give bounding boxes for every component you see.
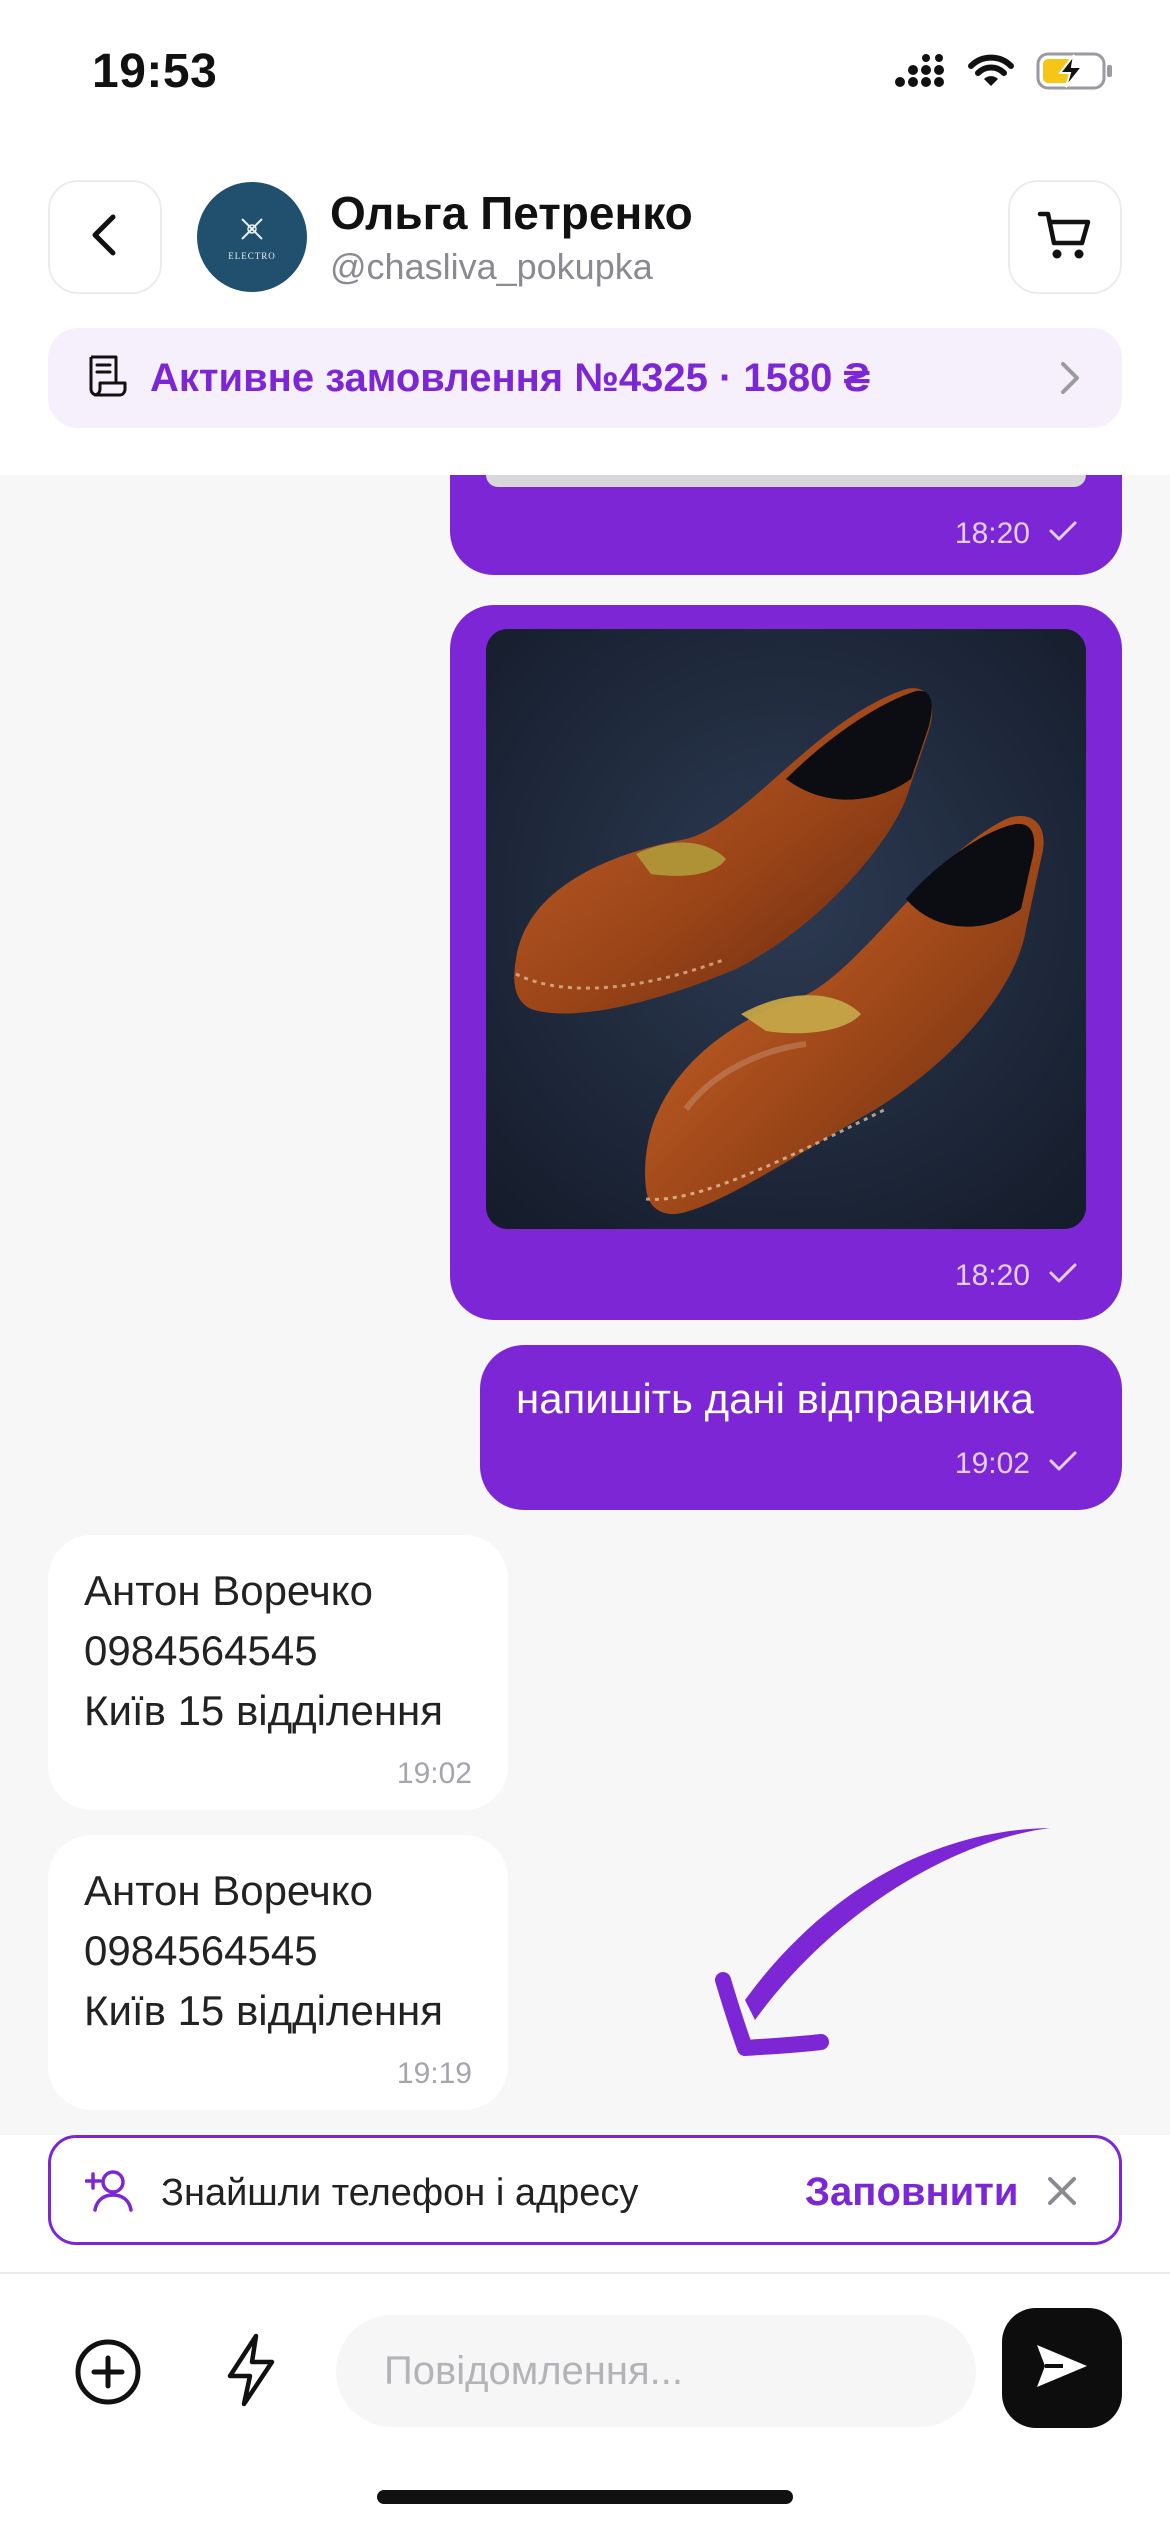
battery-charging-icon	[1036, 51, 1114, 96]
message-time: 18:20	[954, 517, 1030, 550]
shoe-photo[interactable]	[486, 629, 1086, 1229]
check-icon	[1048, 1447, 1078, 1481]
cart-button[interactable]	[1008, 180, 1122, 294]
send-button[interactable]	[1002, 2308, 1122, 2428]
message-line: Антон Воречко	[84, 1867, 373, 1914]
add-contact-icon	[84, 2168, 133, 2219]
send-icon	[1033, 2341, 1091, 2396]
suggestion-text: Знайшли телефон і адресу	[161, 2172, 639, 2214]
home-indicator	[377, 2490, 793, 2504]
cellular-signal-icon	[894, 53, 946, 93]
message-time: 19:02	[396, 1757, 472, 1790]
message-line: Антон Воречко	[84, 1567, 373, 1614]
chevron-left-icon	[85, 213, 125, 262]
message-line: Київ 15 відділення	[84, 1687, 443, 1734]
incoming-text-message[interactable]: Антон Воречко 0984564545 Київ 15 відділе…	[48, 1535, 508, 1810]
message-line: 0984564545	[84, 1627, 318, 1674]
message-line: 0984564545	[84, 1927, 318, 1974]
message-time: 19:02	[954, 1447, 1030, 1480]
message-time: 19:19	[396, 2057, 472, 2090]
chat-header: ELECTRO Ольга Петренко @chasliva_pokupka…	[0, 150, 1170, 475]
check-icon	[1048, 517, 1078, 551]
quick-replies-button[interactable]	[222, 2332, 280, 2413]
message-meta: 18:20	[955, 517, 1078, 551]
autofill-suggestion: Знайшли телефон і адресу Заповнити	[48, 2135, 1122, 2245]
message-time: 18:20	[954, 1259, 1030, 1292]
outgoing-image-message[interactable]: 18:20	[450, 605, 1122, 1320]
message-text: напишіть дані відправника	[516, 1375, 1034, 1422]
chat-messages[interactable]: 18:20 18:20 напишіть дані відправника 19…	[0, 475, 1170, 2135]
message-input[interactable]	[336, 2315, 976, 2427]
chevron-right-icon	[1058, 360, 1082, 401]
status-bar: 19:53	[0, 0, 1170, 150]
pointer-arrow-icon	[715, 1820, 1055, 2065]
check-icon	[1048, 1259, 1078, 1293]
composer-divider	[0, 2272, 1170, 2274]
cart-icon	[1037, 209, 1093, 266]
status-icons	[894, 48, 1114, 98]
message-line: Київ 15 відділення	[84, 1987, 443, 2034]
message-meta: 19:02	[955, 1447, 1078, 1481]
incoming-text-message[interactable]: Антон Воречко 0984564545 Київ 15 відділе…	[48, 1835, 508, 2110]
active-order-banner[interactable]: Активне замовлення №4325 · 1580 ₴	[48, 328, 1122, 428]
add-attachment-button[interactable]	[74, 2338, 142, 2411]
outgoing-text-message[interactable]: напишіть дані відправника 19:02	[480, 1345, 1122, 1510]
avatar-logo-text: ELECTRO	[228, 250, 276, 261]
message-meta: 18:20	[955, 1259, 1078, 1293]
contact-name: Ольга Петренко	[330, 187, 693, 239]
image-attachment[interactable]	[486, 475, 1086, 487]
contact-handle: @chasliva_pokupka	[330, 246, 653, 287]
outgoing-image-message[interactable]: 18:20	[450, 475, 1122, 575]
message-meta: 19:02	[397, 1757, 472, 1791]
back-button[interactable]	[48, 180, 162, 294]
status-time: 19:53	[92, 45, 218, 98]
close-icon[interactable]	[1045, 2174, 1079, 2213]
message-text: Антон Воречко 0984564545 Київ 15 відділе…	[84, 1561, 443, 1741]
order-banner-text: Активне замовлення №4325 · 1580 ₴	[150, 355, 871, 400]
avatar[interactable]: ELECTRO	[197, 182, 307, 292]
brand-logo-icon	[237, 214, 267, 249]
receipt-icon	[82, 353, 128, 404]
message-text: Антон Воречко 0984564545 Київ 15 відділе…	[84, 1861, 443, 2041]
message-meta: 19:19	[397, 2057, 472, 2091]
fill-button[interactable]: Заповнити	[805, 2170, 1018, 2215]
wifi-icon	[968, 54, 1014, 93]
